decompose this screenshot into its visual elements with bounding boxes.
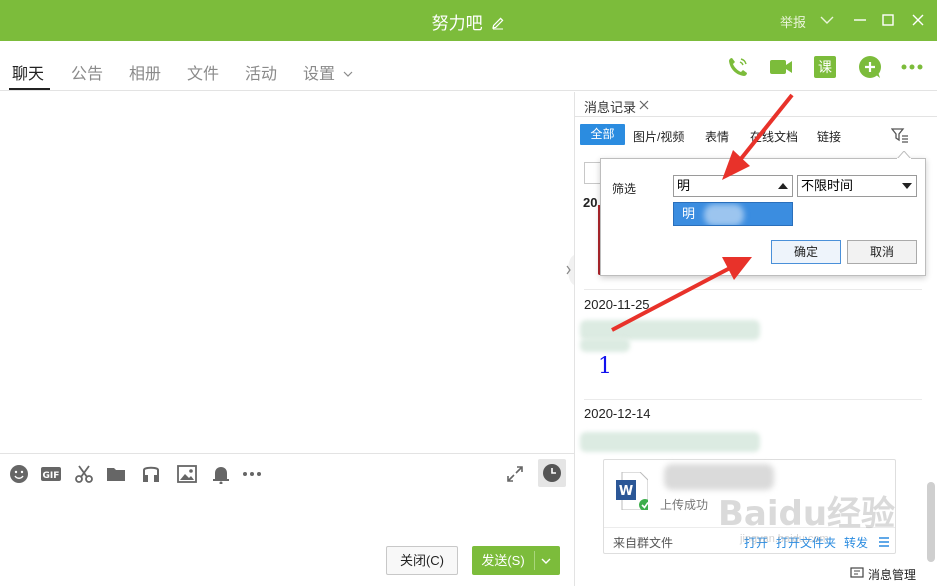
time-range-select[interactable]: 不限时间 bbox=[797, 175, 917, 197]
time-range-value: 不限时间 bbox=[801, 178, 854, 193]
tab-album[interactable]: 相册 bbox=[129, 60, 161, 84]
member-suggestion[interactable]: 明 bbox=[673, 202, 793, 226]
phone-icon[interactable] bbox=[726, 55, 750, 79]
window-title: 努力吧 bbox=[431, 14, 483, 33]
svg-text:W: W bbox=[619, 484, 633, 499]
bell-icon[interactable] bbox=[211, 464, 231, 485]
gif-icon-label: GIF bbox=[43, 471, 60, 481]
gif-icon[interactable]: GIF bbox=[40, 464, 62, 484]
clock-icon bbox=[543, 464, 561, 482]
music-icon[interactable] bbox=[141, 464, 161, 484]
class-icon[interactable]: 课 bbox=[813, 55, 837, 79]
forward-link[interactable]: 转发 bbox=[844, 534, 868, 551]
folder-icon[interactable] bbox=[106, 464, 126, 484]
triangle-up-icon[interactable] bbox=[778, 183, 788, 189]
word-file-icon: W bbox=[616, 472, 648, 510]
close-icon[interactable] bbox=[639, 100, 649, 110]
blurred-sender bbox=[580, 320, 760, 340]
close-icon[interactable] bbox=[908, 10, 928, 30]
date-label: 2020-11-25 bbox=[584, 297, 650, 312]
chevron-down-icon[interactable] bbox=[539, 556, 553, 566]
more-icon[interactable] bbox=[900, 55, 924, 79]
message-manage-icon bbox=[850, 567, 864, 578]
chat-message-area[interactable] bbox=[0, 92, 574, 453]
report-link[interactable]: 举报 bbox=[780, 12, 806, 31]
blurred-sender bbox=[580, 432, 760, 452]
tab-chat[interactable]: 聊天 bbox=[12, 60, 44, 84]
title-bar: 努力吧 举报 bbox=[0, 0, 937, 41]
baidu-watermark: Baidu经验 bbox=[718, 494, 896, 534]
scrollbar[interactable] bbox=[927, 482, 935, 562]
chevron-down-icon bbox=[344, 71, 353, 77]
filter-tab-docs[interactable]: 在线文档 bbox=[750, 128, 798, 145]
member-filter-input[interactable]: 明 bbox=[673, 175, 793, 197]
tab-files[interactable]: 文件 bbox=[187, 60, 219, 84]
more-icon[interactable] bbox=[242, 464, 262, 484]
filter-popup: 筛选 明 不限时间 明 确定 取消 bbox=[600, 151, 926, 276]
close-button[interactable]: 关闭(C) bbox=[386, 546, 458, 575]
active-tab-indicator bbox=[9, 88, 50, 90]
chat-input-bar: GIF 关闭(C) 发送(S) bbox=[0, 453, 574, 586]
tab-announcement[interactable]: 公告 bbox=[71, 60, 103, 84]
send-button[interactable]: 发送(S) bbox=[472, 546, 560, 575]
class-icon-label: 课 bbox=[818, 60, 832, 76]
divider bbox=[575, 116, 937, 117]
history-tab-label[interactable]: 消息记录 bbox=[584, 97, 636, 116]
tab-settings[interactable]: 设置 bbox=[303, 60, 353, 84]
send-button-label: 发送(S) bbox=[481, 553, 525, 568]
expand-icon[interactable] bbox=[505, 464, 525, 484]
baidu-watermark-url: jingyan.baidu.com bbox=[740, 533, 829, 545]
file-source: 来自群文件 bbox=[613, 536, 674, 550]
message-text[interactable]: 1 bbox=[598, 354, 612, 379]
collapse-panel-icon[interactable] bbox=[562, 255, 574, 285]
filter-label: 筛选 bbox=[612, 182, 637, 196]
date-label: 2020-12-14 bbox=[584, 406, 651, 421]
tab-activity[interactable]: 活动 bbox=[245, 60, 277, 84]
emoji-icon[interactable] bbox=[9, 464, 29, 484]
filter-tab-stickers[interactable]: 表情 bbox=[705, 128, 729, 145]
member-suggestion-text: 明 bbox=[682, 206, 696, 221]
blurred-name bbox=[704, 204, 744, 225]
image-icon[interactable] bbox=[177, 464, 197, 484]
divider bbox=[584, 399, 922, 400]
triangle-down-icon bbox=[902, 183, 912, 189]
minimize-icon[interactable] bbox=[850, 10, 870, 30]
history-clock-button[interactable] bbox=[538, 459, 566, 487]
tab-settings-label: 设置 bbox=[303, 66, 336, 83]
maximize-icon[interactable] bbox=[878, 10, 898, 30]
video-icon[interactable] bbox=[769, 55, 793, 79]
filter-tab-links[interactable]: 链接 bbox=[817, 128, 841, 145]
menu-icon[interactable] bbox=[878, 536, 890, 548]
scissors-icon[interactable] bbox=[74, 464, 94, 484]
member-filter-value: 明 bbox=[677, 178, 691, 193]
filter-tab-media[interactable]: 图片/视频 bbox=[633, 128, 684, 145]
message-manage-button[interactable]: 消息管理 bbox=[868, 566, 916, 583]
confirm-button[interactable]: 确定 bbox=[771, 240, 841, 264]
send-button-divider bbox=[534, 551, 535, 570]
filter-icon[interactable] bbox=[891, 126, 909, 144]
divider bbox=[584, 289, 922, 290]
group-tabs: 聊天 公告 相册 文件 活动 设置 课 bbox=[0, 41, 937, 91]
cancel-button[interactable]: 取消 bbox=[847, 240, 917, 264]
add-icon[interactable] bbox=[858, 55, 882, 79]
upload-status: 上传成功 bbox=[660, 498, 709, 512]
edit-title-icon[interactable] bbox=[491, 16, 505, 30]
blurred-sender bbox=[580, 338, 630, 352]
chevron-down-icon[interactable] bbox=[817, 10, 837, 30]
filter-tab-all[interactable]: 全部 bbox=[580, 124, 625, 145]
popup-pointer bbox=[897, 151, 911, 159]
